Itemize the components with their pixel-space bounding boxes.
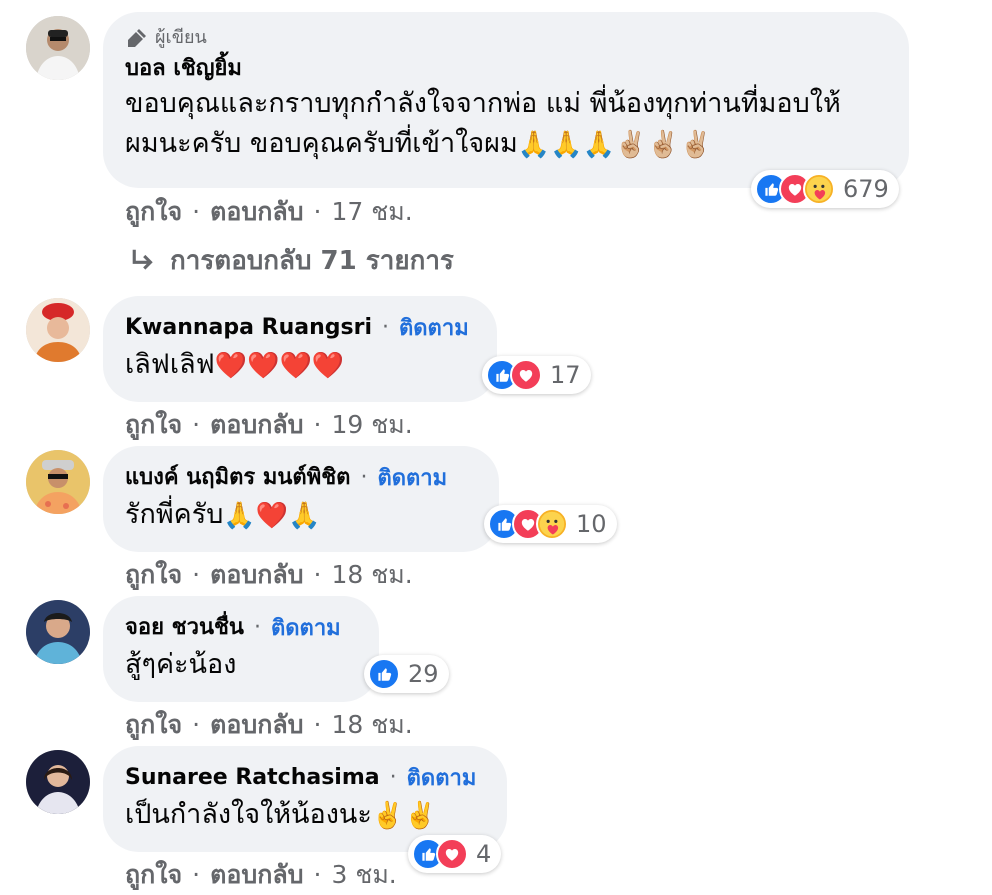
- comment-text-line: เลิฟเลิฟ❤️❤️❤️❤️: [125, 345, 475, 385]
- care-reaction-icon: [803, 173, 835, 205]
- love-reaction-icon: [510, 359, 542, 391]
- reply-arrow-icon: [132, 249, 153, 270]
- replies-label: การตอบกลับ 71 รายการ: [170, 246, 454, 276]
- comment-text: ขอบคุณและกราบทุกกำลังใจจากพ่อ แม่ พี่น้อ…: [125, 88, 841, 119]
- reply-button[interactable]: ตอบกลับ: [210, 710, 303, 739]
- comment-author[interactable]: Sunaree Ratchasima: [125, 763, 380, 793]
- like-button[interactable]: ถูกใจ: [125, 410, 182, 439]
- reaction-summary[interactable]: 10: [484, 505, 617, 543]
- avatar[interactable]: [26, 600, 90, 664]
- comment-bubble: จอย ชวนชื่น · ติดตาม สู้ๆค่ะน้อง: [103, 596, 379, 702]
- reaction-count: 4: [476, 840, 492, 868]
- emoji-group: ❤️❤️❤️❤️: [214, 350, 345, 381]
- follow-button[interactable]: ติดตาม: [407, 760, 477, 795]
- reply-button[interactable]: ตอบกลับ: [210, 197, 303, 226]
- timestamp[interactable]: 18 ชม.: [332, 710, 413, 739]
- reaction-summary[interactable]: 29: [364, 655, 449, 693]
- comment-bubble: Kwannapa Ruangsri · ติดตาม เลิฟเลิฟ❤️❤️❤️❤…: [103, 296, 497, 402]
- avatar[interactable]: [26, 450, 90, 514]
- comment-text: สู้ๆค่ะน้อง: [125, 649, 237, 680]
- reaction-count: 10: [576, 510, 607, 538]
- emoji-group: ✌️✌️: [371, 800, 437, 831]
- like-button[interactable]: ถูกใจ: [125, 860, 182, 889]
- avatar[interactable]: [26, 16, 90, 80]
- comment-bubble: ผู้เขียน บอล เชิญยิ้ม ขอบคุณและกราบทุกกำ…: [103, 12, 909, 188]
- like-button[interactable]: ถูกใจ: [125, 560, 182, 589]
- reaction-summary[interactable]: 4: [408, 835, 502, 873]
- reply-button[interactable]: ตอบกลับ: [210, 410, 303, 439]
- like-button[interactable]: ถูกใจ: [125, 710, 182, 739]
- timestamp[interactable]: 18 ชม.: [332, 560, 413, 589]
- comment-text: ผมนะครับ ขอบคุณครับที่เข้าใจผม: [125, 128, 518, 159]
- reaction-count: 17: [550, 361, 581, 389]
- like-button[interactable]: ถูกใจ: [125, 197, 182, 226]
- love-reaction-icon: [436, 838, 468, 870]
- comment-text: เป็นกำลังใจให้น้องนะ: [125, 799, 372, 830]
- follow-button[interactable]: ติดตาม: [377, 460, 447, 495]
- reaction-count: 29: [408, 660, 439, 688]
- emoji-group: 🙏🙏🙏✌🏼✌🏼✌🏼: [517, 129, 713, 160]
- comment-bubble: แบงค์ นฤมิตร มนต์พิชิต · ติดตาม รักพี่ครับ…: [103, 446, 499, 552]
- avatar[interactable]: [26, 750, 90, 814]
- comment-text: รักพี่ครับ: [125, 499, 224, 530]
- comment-text-line: เป็นกำลังใจให้น้องนะ✌️✌️: [125, 795, 485, 835]
- author-badge: ผู้เขียน: [125, 26, 887, 50]
- comment-text-line2: ผมนะครับ ขอบคุณครับที่เข้าใจผม🙏🙏🙏✌🏼✌🏼✌🏼: [125, 124, 887, 164]
- reaction-summary[interactable]: 17: [482, 356, 591, 394]
- like-reaction-icon: [368, 658, 400, 690]
- view-replies-link[interactable]: การตอบกลับ 71 รายการ: [128, 240, 454, 281]
- comment-actions: ถูกใจ · ตอบกลับ · 19 ชม.: [125, 410, 413, 439]
- author-badge-label: ผู้เขียน: [155, 27, 207, 48]
- comment-author[interactable]: แบงค์ นฤมิตร มนต์พิชิต: [125, 463, 350, 493]
- emoji-group: 🙏❤️🙏: [223, 500, 321, 531]
- comment-author[interactable]: บอล เชิญยิ้ม: [125, 54, 242, 84]
- timestamp[interactable]: 19 ชม.: [332, 410, 413, 439]
- comment-actions: ถูกใจ · ตอบกลับ · 3 ชม.: [125, 860, 397, 889]
- comment-actions: ถูกใจ · ตอบกลับ · 18 ชม.: [125, 710, 413, 739]
- timestamp[interactable]: 3 ชม.: [332, 860, 397, 889]
- comment-actions: ถูกใจ · ตอบกลับ · 17 ชม.: [125, 197, 413, 226]
- reaction-count: 679: [843, 175, 889, 203]
- comment-text-line: รักพี่ครับ🙏❤️🙏: [125, 495, 477, 535]
- care-reaction-icon: [536, 508, 568, 540]
- timestamp[interactable]: 17 ชม.: [332, 197, 413, 226]
- comment-author[interactable]: Kwannapa Ruangsri: [125, 313, 372, 343]
- comment-author[interactable]: จอย ชวนชื่น: [125, 613, 244, 643]
- reply-button[interactable]: ตอบกลับ: [210, 860, 303, 889]
- reply-button[interactable]: ตอบกลับ: [210, 560, 303, 589]
- follow-button[interactable]: ติดตาม: [271, 610, 341, 645]
- comment-text: เลิฟเลิฟ: [125, 349, 215, 380]
- microphone-icon: [128, 29, 146, 47]
- reaction-summary[interactable]: 679: [751, 170, 899, 208]
- comment-actions: ถูกใจ · ตอบกลับ · 18 ชม.: [125, 560, 413, 589]
- avatar[interactable]: [26, 298, 90, 362]
- follow-button[interactable]: ติดตาม: [399, 310, 469, 345]
